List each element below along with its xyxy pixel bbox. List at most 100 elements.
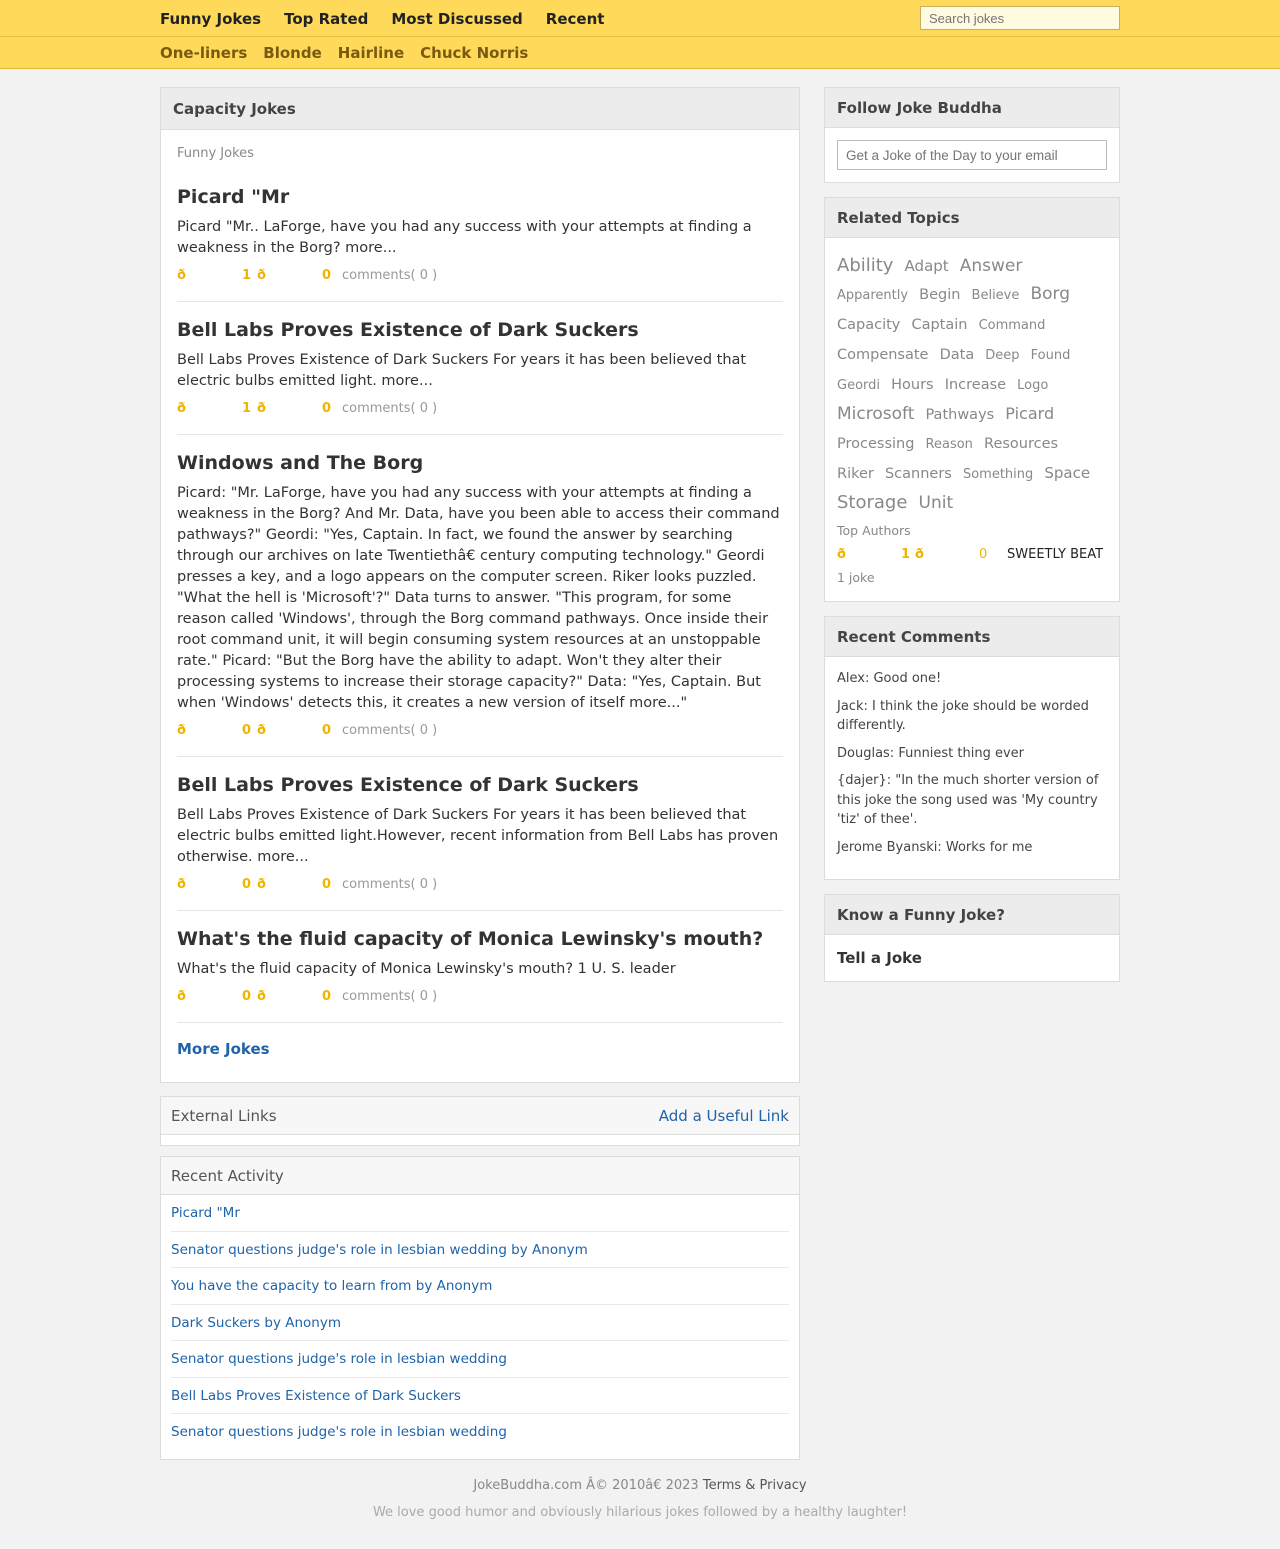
joke-title[interactable]: Bell Labs Proves Existence of Dark Sucke… <box>177 773 783 797</box>
comment-item[interactable]: Jerome Byanski: Works for me <box>837 838 1107 858</box>
topic-tag[interactable]: Storage <box>837 489 907 517</box>
topic-tag[interactable]: Adapt <box>905 252 949 280</box>
follow-title: Follow Joke Buddha <box>825 88 1119 128</box>
activity-link[interactable]: Senator questions judge's role in lesbia… <box>171 1351 507 1367</box>
vote-up-count: 1 <box>242 400 252 416</box>
topic-tag[interactable]: Scanners <box>885 460 952 488</box>
comments-link[interactable]: comments( 0 ) <box>342 877 437 892</box>
topic-tag[interactable]: Logo <box>1017 372 1048 400</box>
topic-tag[interactable]: Resources <box>984 430 1058 458</box>
topic-tag[interactable]: Hours <box>891 371 933 399</box>
topic-tag[interactable]: Pathways <box>925 401 994 429</box>
activity-link[interactable]: Picard "Mr <box>171 1205 240 1221</box>
comment-item[interactable]: Douglas: Funniest thing ever <box>837 744 1107 764</box>
nav-top-rated[interactable]: Top Rated <box>284 10 368 28</box>
topic-tag[interactable]: Captain <box>911 311 967 339</box>
vote-up-icon[interactable]: ð <box>837 547 901 562</box>
category-blonde[interactable]: Blonde <box>263 44 321 62</box>
joke-title[interactable]: Picard "Mr <box>177 185 783 209</box>
category-one-liners[interactable]: One-liners <box>160 44 247 62</box>
category-hairline[interactable]: Hairline <box>338 44 404 62</box>
topic-tag[interactable]: Apparently <box>837 282 908 310</box>
vote-down-icon[interactable]: ð <box>257 268 322 283</box>
comment-item[interactable]: Alex: Good one! <box>837 669 1107 689</box>
tell-joke-link[interactable]: Tell a Joke <box>837 949 922 967</box>
comments-link[interactable]: comments( 0 ) <box>342 401 437 416</box>
vote-down-count: 0 <box>322 988 332 1004</box>
terms-privacy-link[interactable]: Terms & Privacy <box>703 1478 807 1493</box>
category-chuck-norris[interactable]: Chuck Norris <box>420 44 528 62</box>
joke-meta: ð 1 ð 0 comments( 0 ) <box>177 398 783 418</box>
email-field[interactable] <box>837 140 1107 170</box>
topic-tag[interactable]: Capacity <box>837 311 900 339</box>
topic-tag[interactable]: Reason <box>926 431 973 459</box>
comment-item[interactable]: Jack: I think the joke should be worded … <box>837 697 1107 736</box>
topic-tag[interactable]: Found <box>1031 342 1071 370</box>
author-name[interactable]: SWEETLY BEAT <box>1007 547 1103 562</box>
comments-link[interactable]: comments( 0 ) <box>342 268 437 283</box>
topic-tag[interactable]: Believe <box>972 282 1020 310</box>
topic-tag[interactable]: Space <box>1044 459 1090 487</box>
activity-link[interactable]: Bell Labs Proves Existence of Dark Sucke… <box>171 1388 461 1404</box>
vote-down-count: 0 <box>322 876 332 892</box>
topic-tag[interactable]: Riker <box>837 460 874 488</box>
topic-tag[interactable]: Borg <box>1030 280 1070 308</box>
topic-tag[interactable]: Deep <box>985 342 1019 370</box>
vote-down-count: 0 <box>322 267 332 283</box>
joke-item: Picard "Mr Picard "Mr.. LaForge, have you… <box>177 185 783 302</box>
topic-tag[interactable]: Command <box>979 312 1046 340</box>
topic-tag[interactable]: Compensate <box>837 341 928 369</box>
vote-down-icon[interactable]: ð <box>915 547 979 562</box>
comment-item[interactable]: {dajer}: "In the much shorter version of… <box>837 771 1107 830</box>
topic-tag[interactable]: Answer <box>960 252 1023 280</box>
joke-title[interactable]: Bell Labs Proves Existence of Dark Sucke… <box>177 318 783 342</box>
topic-tag[interactable]: Microsoft <box>837 400 914 428</box>
joke-meta: ð 0 ð 0 comments( 0 ) <box>177 720 783 740</box>
joke-title[interactable]: Windows and The Borg <box>177 451 783 475</box>
add-useful-link[interactable]: Add a Useful Link <box>659 1097 789 1134</box>
comments-link[interactable]: comments( 0 ) <box>342 723 437 738</box>
top-navbar: Funny Jokes Top Rated Most Discussed Rec… <box>0 0 1280 37</box>
nav-recent[interactable]: Recent <box>546 10 605 28</box>
vote-up-icon[interactable]: ð <box>177 723 242 738</box>
vote-up-icon[interactable]: ð <box>177 268 242 283</box>
vote-down-icon[interactable]: ð <box>257 989 322 1004</box>
nav-most-discussed[interactable]: Most Discussed <box>391 10 522 28</box>
activity-link[interactable]: Senator questions judge's role in lesbia… <box>171 1242 588 1258</box>
vote-up-icon[interactable]: ð <box>177 877 242 892</box>
vote-up-icon[interactable]: ð <box>177 989 242 1004</box>
joke-meta: ð 0 ð 0 comments( 0 ) <box>177 874 783 894</box>
activity-link[interactable]: You have the capacity to learn from by A… <box>171 1278 492 1294</box>
activity-link[interactable]: Senator questions judge's role in lesbia… <box>171 1424 507 1440</box>
vote-down-icon[interactable]: ð <box>257 723 322 738</box>
topic-tag[interactable]: Increase <box>945 371 1006 399</box>
vote-down-icon[interactable]: ð <box>257 877 322 892</box>
comment-list: Alex: Good one! Jack: I think the joke sh… <box>825 657 1119 879</box>
breadcrumb[interactable]: Funny Jokes <box>177 146 783 161</box>
more-jokes-link[interactable]: More Jokes <box>177 1040 270 1058</box>
joke-text: Picard: "Mr. LaForge, have you had any s… <box>177 485 780 711</box>
footer-copyright: JokeBuddha.com Â© 2010â€ 2023 <box>473 1478 699 1493</box>
activity-item: You have the capacity to learn from by A… <box>171 1268 789 1305</box>
joke-item: Bell Labs Proves Existence of Dark Sucke… <box>177 318 783 435</box>
vote-up-icon[interactable]: ð <box>177 401 242 416</box>
topic-tag[interactable]: Ability <box>837 252 893 280</box>
footer: JokeBuddha.com Â© 2010â€ 2023 Terms & Pr… <box>0 1478 1280 1520</box>
search-input[interactable] <box>920 6 1120 30</box>
activity-link[interactable]: Dark Suckers by Anonym <box>171 1315 341 1331</box>
joke-text: Bell Labs Proves Existence of Dark Sucke… <box>177 352 747 389</box>
tell-joke-title: Know a Funny Joke? <box>825 895 1119 935</box>
comments-link[interactable]: comments( 0 ) <box>342 989 437 1004</box>
topic-tag[interactable]: Begin <box>919 281 960 309</box>
topic-tag[interactable]: Picard <box>1005 400 1054 428</box>
joke-text: Bell Labs Proves Existence of Dark Sucke… <box>177 807 779 865</box>
nav-funny-jokes[interactable]: Funny Jokes <box>160 10 261 28</box>
topic-tag[interactable]: Something <box>963 461 1033 489</box>
related-topics-panel: Related Topics Ability Adapt Answer Appa… <box>824 197 1120 602</box>
topic-tag[interactable]: Data <box>940 341 975 369</box>
vote-down-icon[interactable]: ð <box>257 401 322 416</box>
topic-tag[interactable]: Unit <box>919 489 954 517</box>
topic-tag[interactable]: Geordi <box>837 372 880 400</box>
joke-title[interactable]: What's the fluid capacity of Monica Lewi… <box>177 927 783 951</box>
topic-tag[interactable]: Processing <box>837 430 914 458</box>
